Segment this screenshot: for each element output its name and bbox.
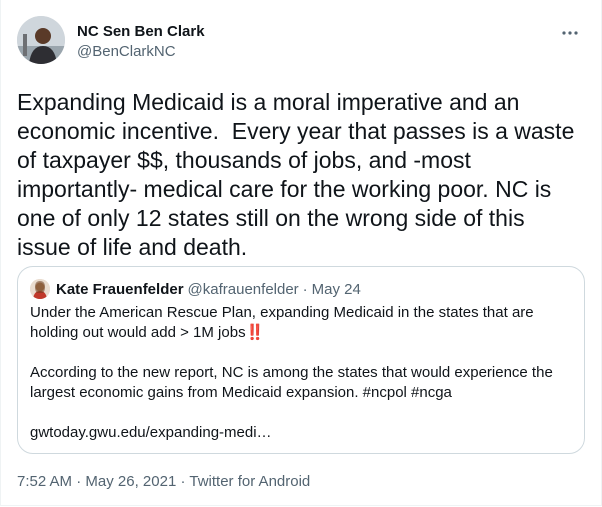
more-icon[interactable] — [561, 24, 579, 42]
quote-avatar-photo — [30, 279, 50, 299]
quote-display-name: Kate Frauenfelder — [56, 280, 184, 298]
meta-separator-2: · — [180, 473, 186, 490]
quote-paragraph-1-text: Under the American Rescue Plan, expandin… — [30, 304, 534, 341]
quote-date: May 24 — [311, 280, 361, 298]
more-horizontal-icon — [562, 31, 578, 35]
quote-paragraph-1: Under the American Rescue Plan, expandin… — [30, 303, 572, 343]
quote-handle: @kafrauenfelder — [187, 280, 299, 298]
author-handle[interactable]: @BenClarkNC — [77, 42, 205, 62]
tweet-text: Expanding Medicaid is a moral imperative… — [17, 89, 575, 260]
double-exclamation-icon: ‼️ — [245, 324, 265, 341]
quote-separator: · — [302, 280, 308, 298]
display-name[interactable]: NC Sen Ben Clark — [77, 22, 205, 42]
tweet-date[interactable]: May 26, 2021 — [85, 473, 176, 490]
quote-tweet[interactable]: Kate Frauenfelder @kafrauenfelder · May … — [17, 266, 585, 454]
tweet-meta: 7:52 AM · May 26, 2021 · Twitter for And… — [17, 472, 310, 492]
author-block: NC Sen Ben Clark @BenClarkNC — [77, 22, 205, 62]
meta-separator-1: · — [76, 473, 82, 490]
quote-body: Under the American Rescue Plan, expandin… — [30, 303, 572, 443]
avatar-photo — [17, 16, 65, 64]
avatar[interactable] — [17, 16, 65, 64]
quote-paragraph-2: According to the new report, NC is among… — [30, 364, 553, 401]
tweet-time[interactable]: 7:52 AM — [17, 473, 72, 490]
tweet-card: NC Sen Ben Clark @BenClarkNC Expanding M… — [0, 0, 602, 506]
quote-header: Kate Frauenfelder @kafrauenfelder · May … — [30, 279, 361, 299]
quote-avatar — [30, 279, 50, 299]
quote-link[interactable]: gwtoday.gwu.edu/expanding-medi… — [30, 423, 572, 443]
tweet-source[interactable]: Twitter for Android — [189, 473, 310, 490]
